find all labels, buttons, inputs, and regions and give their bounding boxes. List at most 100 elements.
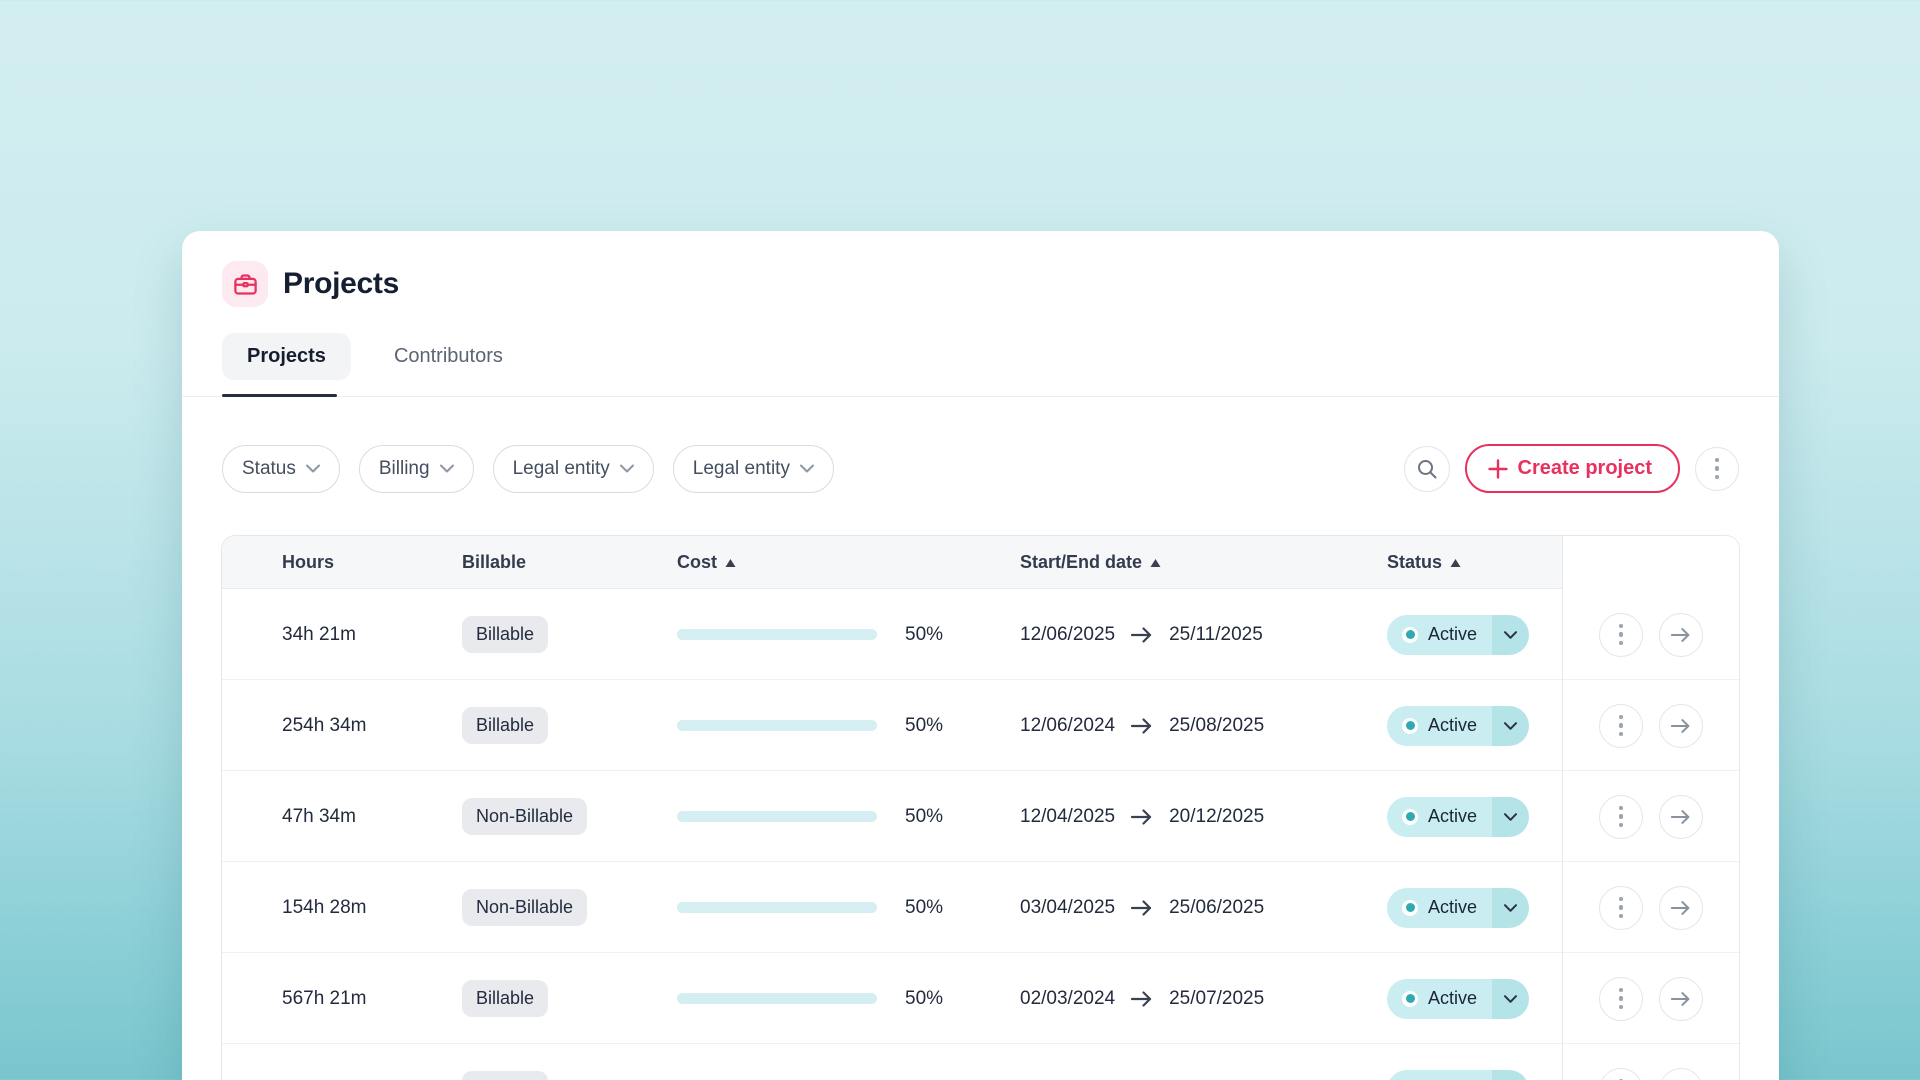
- start-date: 12/06/2025: [1020, 624, 1115, 646]
- col-header-start-end-date[interactable]: Start/End date: [1020, 536, 1387, 589]
- tab-contributors[interactable]: Contributors: [369, 333, 528, 380]
- search-icon: [1416, 458, 1438, 480]
- status-cell: Active: [1387, 706, 1562, 746]
- table-row: 45h 58m Billable 50% 01/02/2024 25/08/20…: [222, 1044, 1739, 1080]
- col-header-cost[interactable]: Cost: [677, 536, 1020, 589]
- progress-percent: 50%: [905, 806, 943, 828]
- progress-percent: 50%: [905, 715, 943, 737]
- status-dropdown[interactable]: Active: [1387, 797, 1529, 837]
- filter-label: Legal entity: [693, 458, 790, 480]
- dates-cell: 02/03/2024 25/07/2025: [1020, 988, 1387, 1010]
- status-label: Active: [1428, 624, 1477, 645]
- filter-legal-entity-1[interactable]: Legal entity: [493, 445, 654, 493]
- status-label: Active: [1428, 715, 1477, 736]
- status-chevron-button[interactable]: [1492, 888, 1529, 928]
- status-chevron-button[interactable]: [1492, 1070, 1529, 1080]
- row-more-button[interactable]: [1599, 795, 1643, 839]
- row-actions: [1562, 680, 1739, 771]
- progress-bar: [677, 993, 877, 1004]
- billable-cell: Billable: [462, 707, 677, 744]
- kebab-icon: [1619, 624, 1624, 646]
- row-open-button[interactable]: [1659, 704, 1703, 748]
- status-cell: Active: [1387, 615, 1562, 655]
- status-dot-icon: [1402, 900, 1418, 916]
- col-header-hours[interactable]: Hours: [222, 536, 462, 589]
- arrow-right-icon: [1130, 899, 1154, 917]
- create-project-button[interactable]: Create project: [1465, 444, 1681, 493]
- cost-cell: 50%: [677, 897, 1020, 919]
- filters: Status Billing Legal entity Legal entity: [222, 445, 834, 493]
- kebab-icon: [1715, 458, 1720, 480]
- status-chevron-button[interactable]: [1492, 979, 1529, 1019]
- tab-projects[interactable]: Projects: [222, 333, 351, 380]
- kebab-icon: [1619, 806, 1624, 828]
- cost-cell: 50%: [677, 715, 1020, 737]
- status-dot-icon: [1402, 627, 1418, 643]
- billable-cell: Non-Billable: [462, 798, 677, 835]
- status-dropdown[interactable]: Active: [1387, 888, 1529, 928]
- col-header-status[interactable]: Status: [1387, 536, 1562, 589]
- filter-billing[interactable]: Billing: [359, 445, 474, 493]
- status-dropdown[interactable]: Active: [1387, 1070, 1529, 1080]
- row-open-button[interactable]: [1659, 613, 1703, 657]
- dates-cell: 12/06/2024 25/08/2025: [1020, 715, 1387, 737]
- row-open-button[interactable]: [1659, 1068, 1703, 1080]
- active-tab-underline: [222, 394, 337, 397]
- filter-legal-entity-2[interactable]: Legal entity: [673, 445, 834, 493]
- end-date: 20/12/2025: [1169, 806, 1264, 828]
- status-chevron-button[interactable]: [1492, 706, 1529, 746]
- row-more-button[interactable]: [1599, 613, 1643, 657]
- table-row: 254h 34m Billable 50% 12/06/2024 25/08/2…: [222, 680, 1739, 771]
- billable-badge: Billable: [462, 980, 548, 1017]
- hours-cell: 47h 34m: [222, 806, 462, 828]
- row-open-button[interactable]: [1659, 795, 1703, 839]
- row-more-button[interactable]: [1599, 704, 1643, 748]
- billable-cell: Billable: [462, 980, 677, 1017]
- cost-cell: 50%: [677, 988, 1020, 1010]
- more-options-button[interactable]: [1695, 447, 1739, 491]
- billable-cell: Non-Billable: [462, 889, 677, 926]
- tabs-bar: Projects Contributors: [182, 333, 1779, 397]
- status-chevron-button[interactable]: [1492, 797, 1529, 837]
- row-open-button[interactable]: [1659, 886, 1703, 930]
- card-header: Projects: [182, 231, 1779, 307]
- filter-status[interactable]: Status: [222, 445, 340, 493]
- start-date: 03/04/2025: [1020, 897, 1115, 919]
- status-label: Active: [1428, 897, 1477, 918]
- table-row: 47h 34m Non-Billable 50% 12/04/2025 20/1…: [222, 771, 1739, 862]
- status-dropdown[interactable]: Active: [1387, 615, 1529, 655]
- status-cell: Active: [1387, 797, 1562, 837]
- search-button[interactable]: [1404, 446, 1450, 492]
- status-chevron-button[interactable]: [1492, 615, 1529, 655]
- projects-table: Hours Billable Cost Start/End date Statu…: [221, 535, 1740, 1080]
- table-row: 34h 21m Billable 50% 12/06/2025 25/11/20…: [222, 589, 1739, 680]
- create-project-label: Create project: [1518, 457, 1653, 480]
- row-more-button[interactable]: [1599, 886, 1643, 930]
- status-dropdown[interactable]: Active: [1387, 979, 1529, 1019]
- chevron-down-icon: [306, 464, 320, 473]
- status-cell: Active: [1387, 979, 1562, 1019]
- arrow-right-icon: [1670, 717, 1692, 735]
- progress-bar: [677, 811, 877, 822]
- dates-cell: 12/04/2025 20/12/2025: [1020, 806, 1387, 828]
- row-more-button[interactable]: [1599, 977, 1643, 1021]
- chevron-down-icon: [1504, 631, 1517, 639]
- dates-cell: 12/06/2025 25/11/2025: [1020, 624, 1387, 646]
- arrow-right-icon: [1130, 717, 1154, 735]
- status-dropdown[interactable]: Active: [1387, 706, 1529, 746]
- chevron-down-icon: [620, 464, 634, 473]
- arrow-right-icon: [1670, 899, 1692, 917]
- status-dot-icon: [1402, 991, 1418, 1007]
- status-cell: Active: [1387, 888, 1562, 928]
- chevron-down-icon: [1504, 995, 1517, 1003]
- progress-bar: [677, 902, 877, 913]
- row-open-button[interactable]: [1659, 977, 1703, 1021]
- row-actions: [1562, 589, 1739, 680]
- col-header-billable[interactable]: Billable: [462, 536, 677, 589]
- row-more-button[interactable]: [1599, 1068, 1643, 1080]
- sort-asc-icon: [725, 559, 736, 567]
- arrow-right-icon: [1130, 626, 1154, 644]
- billable-badge: Billable: [462, 1071, 548, 1080]
- progress-bar: [677, 629, 877, 640]
- billable-badge: Non-Billable: [462, 889, 587, 926]
